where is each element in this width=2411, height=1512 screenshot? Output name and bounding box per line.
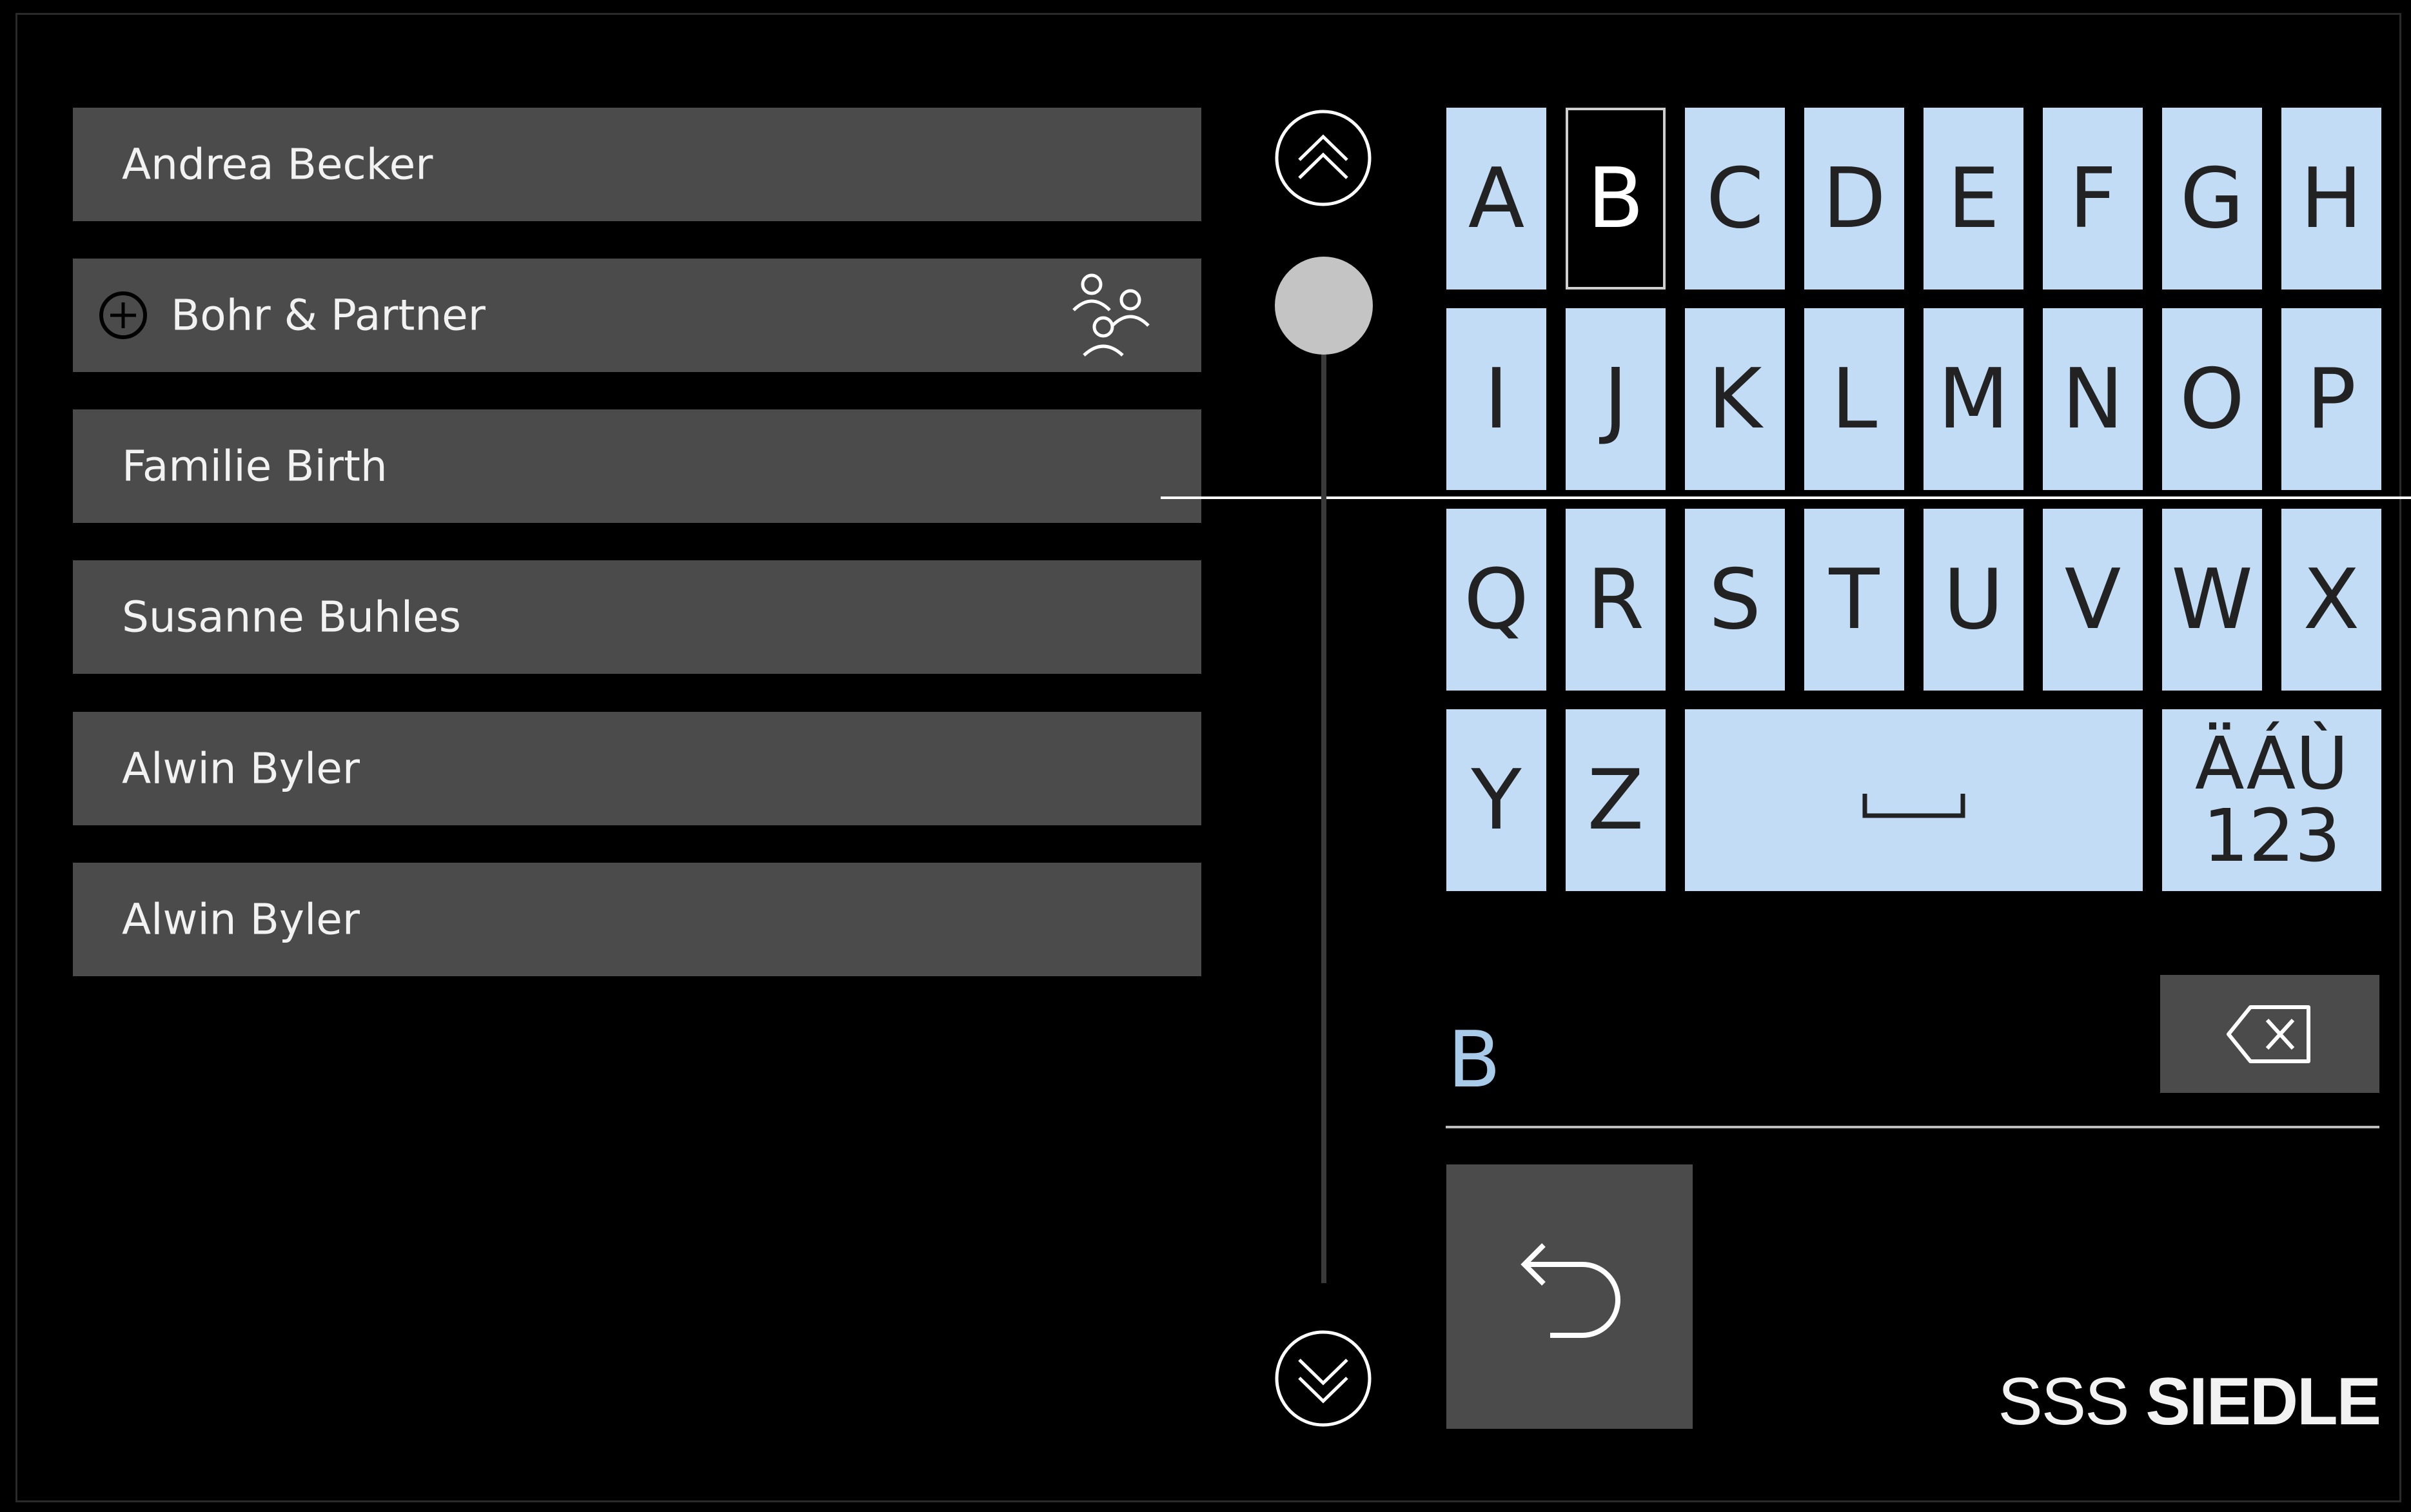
special-key-umlauts: ÄÁÙ	[2194, 722, 2349, 806]
key-o[interactable]: O	[2162, 308, 2262, 490]
key-r[interactable]: R	[1566, 509, 1666, 691]
key-e[interactable]: E	[1924, 108, 2023, 290]
key-i[interactable]: I	[1446, 308, 1546, 490]
key-a[interactable]: A	[1446, 108, 1546, 290]
scroll-track[interactable]	[1321, 348, 1326, 1283]
key-n[interactable]: N	[2043, 308, 2143, 490]
search-input-value[interactable]: B	[1448, 1016, 1501, 1105]
contact-item-andrea-becker[interactable]: Andrea Becker	[73, 108, 1201, 221]
key-b[interactable]: B	[1566, 108, 1666, 290]
key-y[interactable]: Y	[1446, 709, 1546, 891]
scroll-thumb[interactable]	[1275, 257, 1373, 355]
back-button[interactable]	[1446, 1164, 1693, 1429]
group-icon	[1066, 270, 1156, 360]
contact-item-alwin-byler[interactable]: Alwin Byler	[73, 863, 1201, 976]
divider	[1161, 496, 2411, 499]
logo-mark: SSS	[1998, 1364, 2129, 1439]
contact-name: Alwin Byler	[122, 894, 360, 945]
contact-item-familie-birth[interactable]: Familie Birth	[73, 409, 1201, 523]
contact-name: Bohr & Partner	[171, 290, 486, 340]
key-m[interactable]: M	[1924, 308, 2023, 490]
key-h[interactable]: H	[2281, 108, 2381, 290]
contact-name: Susanne Buhles	[122, 592, 462, 642]
back-arrow-icon	[1520, 1243, 1620, 1338]
siedle-logo: SSS SIEDLE	[1998, 1364, 2381, 1440]
contact-item-susanne-buhles[interactable]: Susanne Buhles	[73, 560, 1201, 674]
key-q[interactable]: Q	[1446, 509, 1546, 691]
key-d[interactable]: D	[1804, 108, 1904, 290]
space-icon	[1862, 794, 1965, 818]
contact-item-alwin-byler[interactable]: Alwin Byler	[73, 712, 1201, 825]
scroll-up-button[interactable]	[1274, 108, 1373, 208]
key-v[interactable]: V	[2043, 509, 2143, 691]
special-characters-key[interactable]: ÄÁÙ 123	[2162, 709, 2381, 891]
backspace-button[interactable]	[2160, 975, 2379, 1093]
scroll-down-button[interactable]	[1274, 1329, 1373, 1428]
key-z[interactable]: Z	[1566, 709, 1666, 891]
key-k[interactable]: K	[1685, 308, 1785, 490]
logo-brand: SIEDLE	[2145, 1364, 2381, 1439]
backspace-icon	[2227, 1005, 2310, 1063]
double-chevron-down-icon	[1275, 1330, 1372, 1427]
key-u[interactable]: U	[1924, 509, 2023, 691]
key-w[interactable]: W	[2162, 509, 2262, 691]
key-g[interactable]: G	[2162, 108, 2262, 290]
key-s[interactable]: S	[1685, 509, 1785, 691]
plus-circle-icon[interactable]	[97, 290, 149, 341]
contact-name: Alwin Byler	[122, 743, 360, 794]
double-chevron-up-icon	[1275, 110, 1372, 206]
key-p[interactable]: P	[2281, 308, 2381, 490]
contact-name: Andrea Becker	[122, 139, 433, 190]
key-j[interactable]: J	[1566, 308, 1666, 490]
key-l[interactable]: L	[1804, 308, 1904, 490]
contact-item-bohr-partner[interactable]: Bohr & Partner	[73, 259, 1201, 372]
space-key[interactable]	[1685, 709, 2143, 891]
key-t[interactable]: T	[1804, 509, 1904, 691]
key-f[interactable]: F	[2043, 108, 2143, 290]
contact-name: Familie Birth	[122, 441, 388, 491]
key-x[interactable]: X	[2281, 509, 2381, 691]
key-c[interactable]: C	[1685, 108, 1785, 290]
search-input-underline	[1446, 1126, 2379, 1128]
special-key-numbers: 123	[2203, 794, 2341, 878]
